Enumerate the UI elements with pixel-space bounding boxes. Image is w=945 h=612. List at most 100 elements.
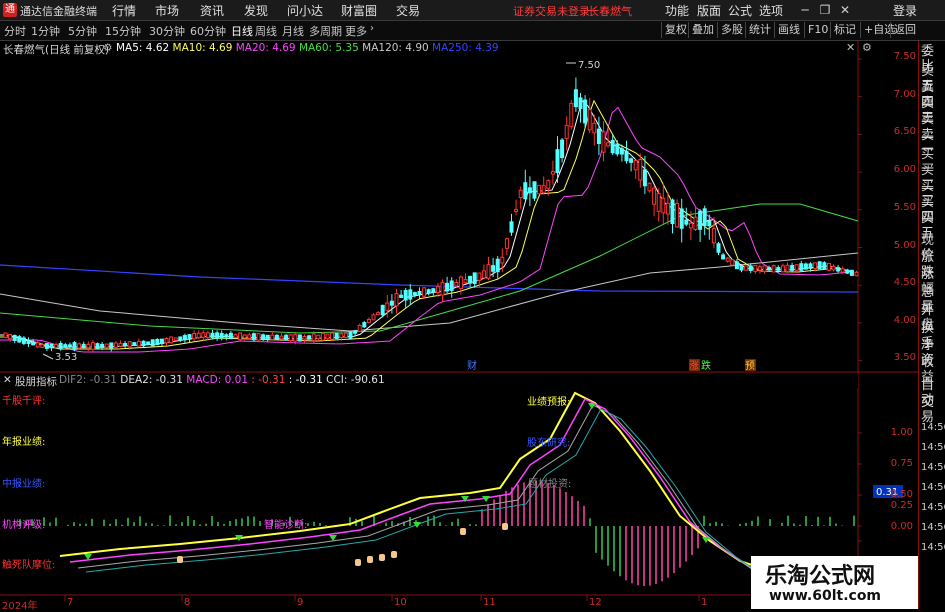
menu-formula[interactable]: 公式 <box>728 2 752 19</box>
tab-daily[interactable]: 日线 <box>231 23 253 39</box>
candle-body <box>596 128 601 144</box>
app-logo-icon: 通 <box>3 3 17 17</box>
event-down-marker[interactable]: 跌 <box>701 359 711 372</box>
menu-layout[interactable]: 版面 <box>697 2 721 19</box>
chart-canvas[interactable]: 7.50 3.53 财 涨 跌 预 0.31 <box>0 41 918 609</box>
minimize-icon[interactable]: ─ <box>796 1 814 19</box>
extra-value-2: : -0.31 <box>288 374 323 386</box>
draw-line-button[interactable]: 画线 <box>774 22 803 38</box>
candle-body <box>210 332 215 338</box>
tab-1min[interactable]: 1分钟 <box>31 23 60 39</box>
tab-multi-period[interactable]: 多周期 <box>309 23 342 39</box>
candle-body <box>684 219 689 225</box>
price-tick: 5.00 <box>893 240 916 251</box>
indicator-tick: 0.25 <box>890 500 913 511</box>
tick-time: 14:56 <box>921 482 945 493</box>
candle-body <box>150 339 155 347</box>
candle-body <box>693 216 698 231</box>
candle-body <box>771 265 776 273</box>
indicator-close-icon[interactable]: ✕ <box>3 374 12 386</box>
restore-icon[interactable]: ❐ <box>816 1 834 19</box>
menu-news[interactable]: 资讯 <box>200 2 224 19</box>
back-button[interactable]: 返回 <box>890 22 919 38</box>
candle-body <box>265 334 270 340</box>
candle-body <box>431 288 436 293</box>
menu-fortune[interactable]: 财富圈 <box>341 2 377 19</box>
candle-body <box>132 342 137 346</box>
tab-monthly[interactable]: 月线 <box>282 23 304 39</box>
menu-trade[interactable]: 交易 <box>396 2 420 19</box>
price-tick: 4.50 <box>893 277 916 288</box>
buy-signal-icon <box>379 554 385 561</box>
candle-body <box>219 332 224 339</box>
chart-settings-icon[interactable]: ⚙ <box>103 42 112 54</box>
candle-body <box>63 344 68 348</box>
login-button[interactable]: 登录 <box>893 2 917 19</box>
chart-close-icon[interactable]: ✕ <box>846 41 855 54</box>
buy-signal-icon <box>502 523 508 530</box>
menu-market[interactable]: 行情 <box>112 2 136 19</box>
menu-discover[interactable]: 发现 <box>244 2 268 19</box>
label-interim-report: 中报业绩: <box>2 479 46 490</box>
multi-stock-button[interactable]: 多股 <box>717 22 746 38</box>
event-fin-marker[interactable]: 财 <box>467 359 477 372</box>
chart-config-icon[interactable]: ⚙ <box>862 41 872 54</box>
candle-body <box>136 340 141 347</box>
tab-15min[interactable]: 15分钟 <box>105 23 141 39</box>
overlay-button[interactable]: 叠加 <box>688 22 717 38</box>
candle-body <box>238 332 243 341</box>
close-icon[interactable]: ✕ <box>836 1 854 19</box>
candle-body <box>123 343 128 347</box>
candle-body <box>247 334 252 339</box>
candle-body <box>509 221 514 233</box>
login-notice[interactable]: 证券交易未登录 <box>513 3 590 19</box>
candle-body <box>458 276 463 289</box>
candle-body <box>224 334 229 338</box>
candle-body <box>40 344 45 348</box>
candle-body <box>399 294 404 298</box>
price-tick: 6.00 <box>893 164 916 175</box>
menu-options[interactable]: 选项 <box>759 2 783 19</box>
tab-timeshare[interactable]: 分时 <box>4 23 26 39</box>
mark-button[interactable]: 标记 <box>830 22 859 38</box>
candle-body <box>141 340 146 347</box>
signal-line-gray <box>77 404 789 584</box>
candle-body <box>762 265 767 272</box>
menu-ask[interactable]: 问小达 <box>287 2 323 19</box>
menu-markets[interactable]: 市场 <box>155 2 179 19</box>
candle-body <box>104 343 109 348</box>
event-up-marker[interactable]: 涨 <box>689 360 699 372</box>
menu-function[interactable]: 功能 <box>665 2 689 19</box>
ma250-value: MA250: 4.39 <box>432 42 499 54</box>
dea-value: DEA2: -0.31 <box>120 374 183 386</box>
candle-body <box>569 102 574 128</box>
candle-body <box>67 344 72 348</box>
indicator-name[interactable]: 股朋指标 <box>15 374 57 389</box>
more-arrow-icon[interactable]: › <box>370 23 374 34</box>
tab-more[interactable]: 更多 <box>345 23 367 39</box>
label-bottom-position: 触死队摩位: <box>2 560 56 571</box>
candle-body <box>113 342 118 348</box>
candle-body <box>205 332 210 339</box>
f10-button[interactable]: F10 <box>804 22 831 38</box>
stats-button[interactable]: 统计 <box>745 22 774 38</box>
candle-body <box>808 263 813 269</box>
tab-30min[interactable]: 30分钟 <box>149 23 185 39</box>
candle-body <box>35 342 40 348</box>
candle-body <box>155 339 160 346</box>
candle-body <box>780 265 785 273</box>
tab-weekly[interactable]: 周线 <box>255 23 277 39</box>
candle-body <box>408 289 413 300</box>
buy-signal-icon <box>460 528 466 535</box>
price-axis <box>858 58 862 362</box>
annotation-diagnosis: 智能诊断: <box>264 520 308 531</box>
candle-body <box>739 265 744 271</box>
event-forecast-marker[interactable]: 预 <box>745 360 755 372</box>
adjust-button[interactable]: 复权 <box>661 22 690 38</box>
candle-body <box>854 271 859 277</box>
xaxis-month-8: 8 <box>184 597 191 608</box>
candle-body <box>58 342 63 350</box>
tab-60min[interactable]: 60分钟 <box>190 23 226 39</box>
candle-body <box>127 341 132 348</box>
tab-5min[interactable]: 5分钟 <box>68 23 97 39</box>
